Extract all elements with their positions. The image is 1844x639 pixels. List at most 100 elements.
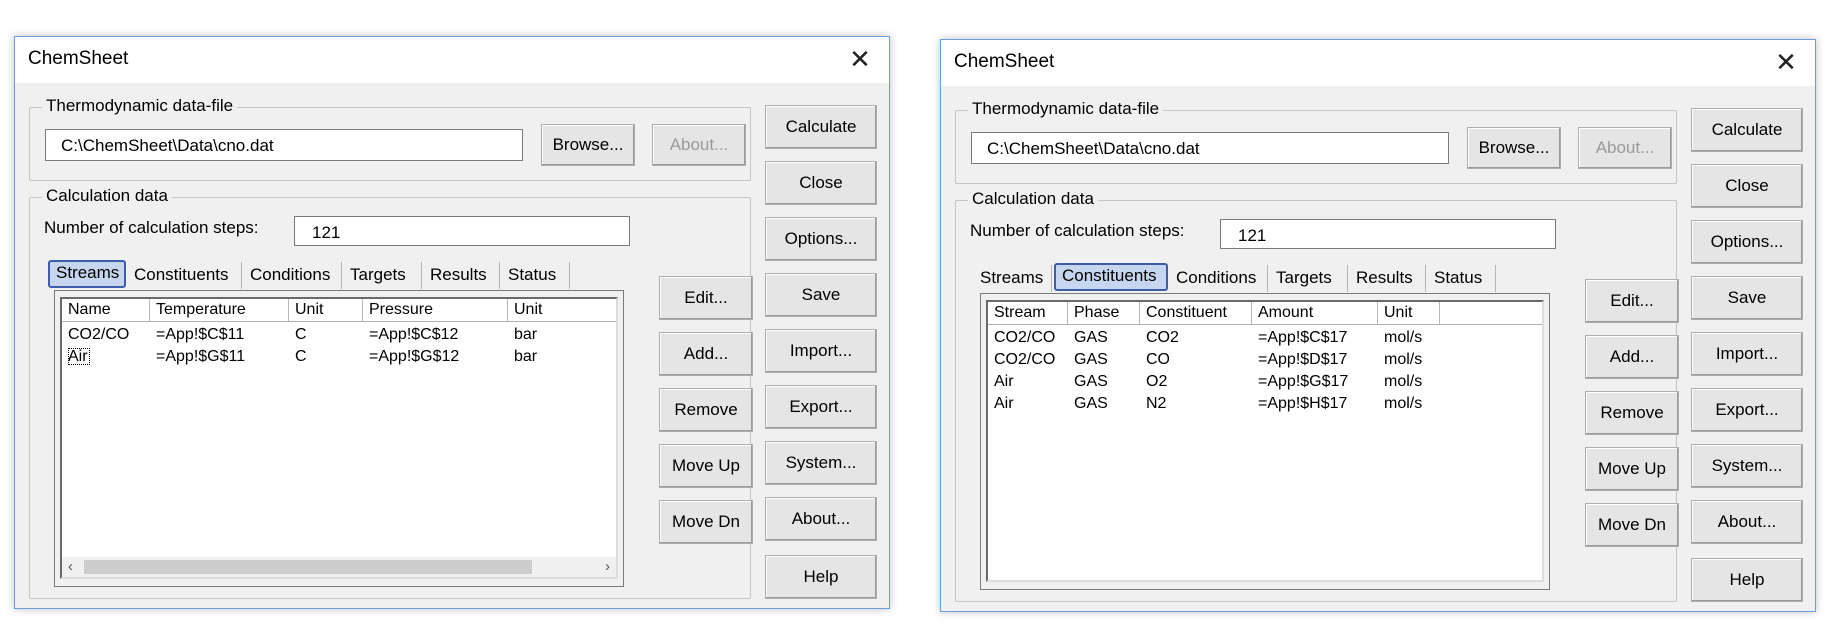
- table-row[interactable]: Air =App!$G$11 C =App!$G$12 bar: [62, 348, 616, 368]
- move-down-button[interactable]: Move Dn: [659, 500, 753, 544]
- focused-cell-text: Air: [68, 348, 90, 365]
- cell-phase: GAS: [1074, 373, 1108, 390]
- help-button[interactable]: Help: [765, 555, 877, 599]
- add-button[interactable]: Add...: [1585, 335, 1679, 379]
- cell-constituent: O2: [1146, 373, 1168, 390]
- title-bar[interactable]: ChemSheet ✕: [15, 37, 889, 83]
- browse-button[interactable]: Browse...: [1467, 127, 1561, 169]
- cell-name: Air: [62, 348, 90, 366]
- export-button[interactable]: Export...: [765, 385, 877, 429]
- tab-streams[interactable]: Streams: [974, 265, 1052, 292]
- system-button[interactable]: System...: [1691, 444, 1803, 488]
- scroll-right-icon[interactable]: ›: [605, 557, 610, 577]
- horizontal-scrollbar[interactable]: ‹ ›: [62, 557, 616, 577]
- tab-results[interactable]: Results: [424, 262, 500, 289]
- edit-button[interactable]: Edit...: [1585, 279, 1679, 323]
- save-button[interactable]: Save: [1691, 276, 1803, 320]
- tab-constituents[interactable]: Constituents: [128, 262, 242, 289]
- close-button[interactable]: Close: [765, 161, 877, 205]
- cell-phase: GAS: [1074, 351, 1108, 368]
- column-header-name[interactable]: Name: [62, 299, 150, 321]
- column-header-unit[interactable]: Unit: [1378, 302, 1440, 324]
- chemsheet-window-1: ChemSheet ✕ Thermodynamic data-file C:\C…: [14, 36, 890, 609]
- import-button[interactable]: Import...: [1691, 332, 1803, 376]
- column-header-constituent[interactable]: Constituent: [1140, 302, 1252, 324]
- column-header-unit-2[interactable]: Unit: [508, 299, 614, 321]
- tab-conditions[interactable]: Conditions: [244, 262, 342, 289]
- cell-constituent: CO: [1146, 351, 1170, 368]
- steps-label: Number of calculation steps:: [44, 218, 259, 237]
- cell-unit: C: [295, 348, 307, 365]
- list-header: Name Temperature Unit Pressure Unit: [62, 299, 616, 322]
- about-file-button: About...: [652, 124, 746, 166]
- window-title: ChemSheet: [28, 48, 129, 69]
- system-button[interactable]: System...: [765, 441, 877, 485]
- options-button[interactable]: Options...: [765, 217, 877, 261]
- about-file-button: About...: [1578, 127, 1672, 169]
- column-header-pressure[interactable]: Pressure: [363, 299, 508, 321]
- tab-conditions[interactable]: Conditions: [1170, 265, 1268, 292]
- cell-amount: =App!$C$17: [1258, 329, 1348, 346]
- scroll-thumb[interactable]: [84, 560, 532, 574]
- steps-input[interactable]: 121: [294, 216, 630, 246]
- column-header-amount[interactable]: Amount: [1252, 302, 1378, 324]
- data-file-path-input[interactable]: C:\ChemSheet\Data\cno.dat: [971, 132, 1449, 164]
- cell-constituent: CO2: [1146, 329, 1179, 346]
- cell-unit: mol/s: [1384, 395, 1423, 412]
- close-button[interactable]: Close: [1691, 164, 1803, 208]
- options-button[interactable]: Options...: [1691, 220, 1803, 264]
- chemsheet-window-2: ChemSheet ✕ Thermodynamic data-file C:\C…: [940, 39, 1816, 612]
- browse-button[interactable]: Browse...: [541, 124, 635, 166]
- column-header-temperature[interactable]: Temperature: [150, 299, 289, 321]
- edit-button[interactable]: Edit...: [659, 276, 753, 320]
- tab-constituents[interactable]: Constituents: [1054, 263, 1168, 291]
- move-down-button[interactable]: Move Dn: [1585, 503, 1679, 547]
- data-file-legend: Thermodynamic data-file: [42, 96, 238, 116]
- cell-unit: mol/s: [1384, 329, 1423, 346]
- help-button[interactable]: Help: [1691, 558, 1803, 602]
- close-icon[interactable]: ✕: [831, 37, 889, 83]
- list-header: Stream Phase Constituent Amount Unit: [988, 302, 1542, 325]
- title-bar[interactable]: ChemSheet ✕: [941, 40, 1815, 86]
- data-file-path-input[interactable]: C:\ChemSheet\Data\cno.dat: [45, 129, 523, 161]
- table-row[interactable]: Air GAS N2 =App!$H$17 mol/s: [988, 395, 1542, 415]
- table-row[interactable]: Air GAS O2 =App!$G$17 mol/s: [988, 373, 1542, 393]
- table-row[interactable]: CO2/CO =App!$C$11 C =App!$C$12 bar: [62, 326, 616, 346]
- table-row[interactable]: CO2/CO GAS CO2 =App!$C$17 mol/s: [988, 329, 1542, 349]
- tab-targets[interactable]: Targets: [1270, 265, 1348, 292]
- remove-button[interactable]: Remove: [1585, 391, 1679, 435]
- cell-unit-2: bar: [514, 348, 538, 365]
- streams-list[interactable]: Name Temperature Unit Pressure Unit CO2/…: [60, 297, 618, 579]
- cell-unit: C: [295, 326, 307, 343]
- column-header-unit[interactable]: Unit: [289, 299, 363, 321]
- tab-status[interactable]: Status: [502, 262, 570, 289]
- about-button[interactable]: About...: [1691, 500, 1803, 544]
- tab-results[interactable]: Results: [1350, 265, 1426, 292]
- calculate-button[interactable]: Calculate: [1691, 108, 1803, 152]
- add-button[interactable]: Add...: [659, 332, 753, 376]
- cell-stream: Air: [994, 373, 1014, 390]
- tab-status[interactable]: Status: [1428, 265, 1496, 292]
- cell-name: CO2/CO: [68, 326, 130, 343]
- close-icon[interactable]: ✕: [1757, 40, 1815, 86]
- export-button[interactable]: Export...: [1691, 388, 1803, 432]
- import-button[interactable]: Import...: [765, 329, 877, 373]
- cell-unit: mol/s: [1384, 373, 1423, 390]
- cell-amount: =App!$D$17: [1258, 351, 1348, 368]
- tab-targets[interactable]: Targets: [344, 262, 422, 289]
- about-button[interactable]: About...: [765, 497, 877, 541]
- steps-input[interactable]: 121: [1220, 219, 1556, 249]
- table-row[interactable]: CO2/CO GAS CO =App!$D$17 mol/s: [988, 351, 1542, 371]
- column-header-phase[interactable]: Phase: [1068, 302, 1140, 324]
- cell-amount: =App!$G$17: [1258, 373, 1349, 390]
- constituents-list[interactable]: Stream Phase Constituent Amount Unit CO2…: [986, 300, 1544, 582]
- save-button[interactable]: Save: [765, 273, 877, 317]
- move-up-button[interactable]: Move Up: [659, 444, 753, 488]
- tab-streams[interactable]: Streams: [48, 260, 126, 288]
- column-header-stream[interactable]: Stream: [988, 302, 1068, 324]
- cell-amount: =App!$H$17: [1258, 395, 1348, 412]
- scroll-left-icon[interactable]: ‹: [68, 557, 73, 577]
- move-up-button[interactable]: Move Up: [1585, 447, 1679, 491]
- remove-button[interactable]: Remove: [659, 388, 753, 432]
- calculate-button[interactable]: Calculate: [765, 105, 877, 149]
